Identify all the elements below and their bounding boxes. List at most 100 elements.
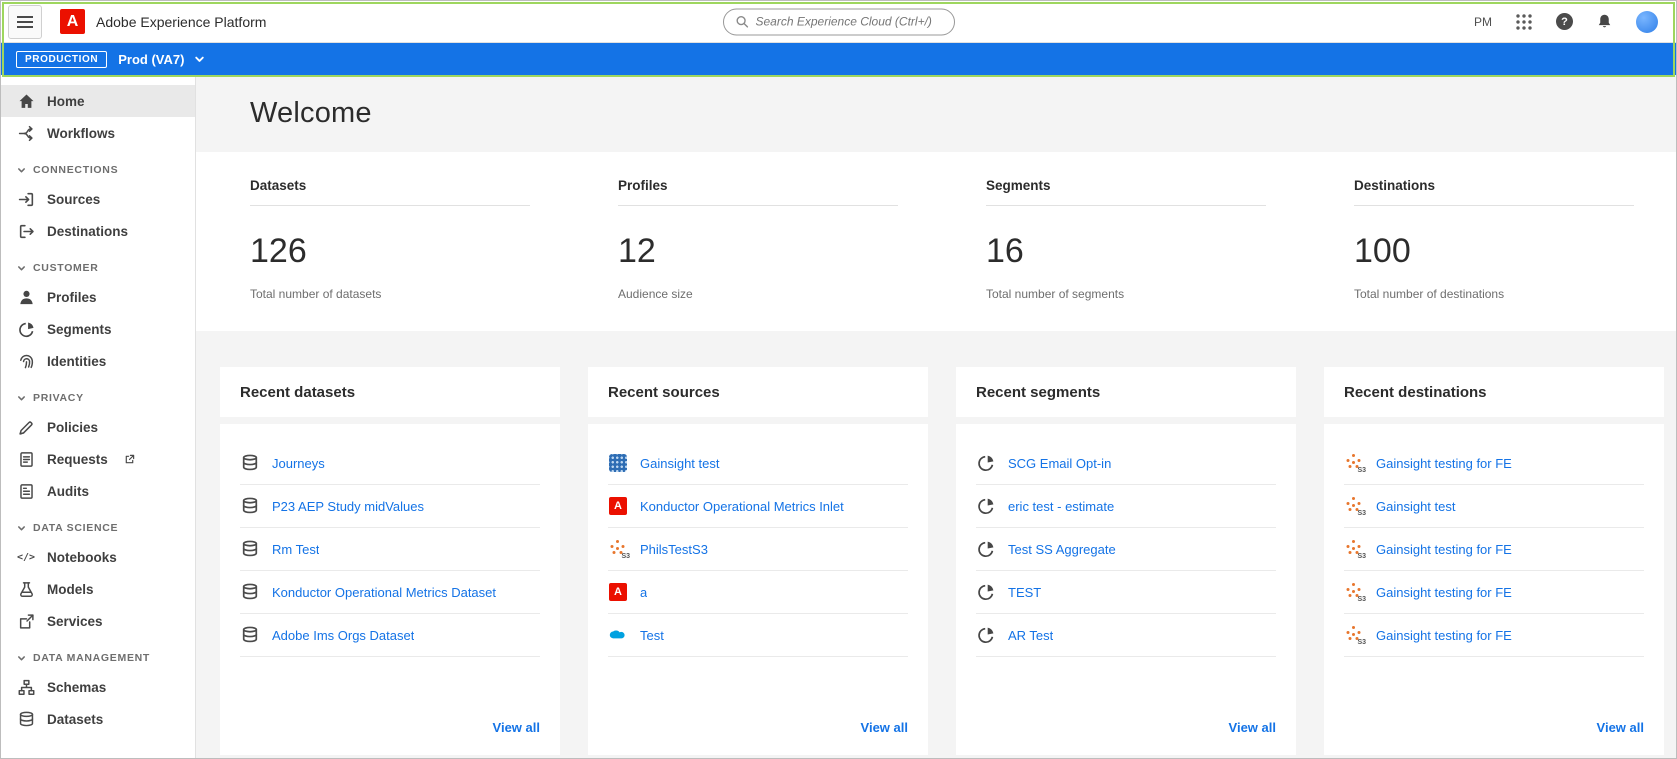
item-link[interactable]: SCG Email Opt-in — [1008, 456, 1111, 471]
list-item[interactable]: eric test - estimate — [976, 485, 1276, 528]
item-link[interactable]: Rm Test — [272, 542, 319, 557]
sidebar-item-home[interactable]: Home — [1, 85, 195, 117]
card-header: Recent destinations — [1324, 367, 1664, 424]
adobe-logo-icon: A — [60, 9, 85, 34]
card-title: Recent destinations — [1344, 384, 1487, 401]
sidebar-item-workflows[interactable]: Workflows — [1, 117, 195, 149]
item-link[interactable]: Gainsight testing for FE — [1376, 542, 1512, 557]
list-item[interactable]: Gainsight testing for FE — [1344, 614, 1644, 657]
stat-value: 12 — [618, 232, 656, 270]
list-item[interactable]: AR Test — [976, 614, 1276, 657]
item-link[interactable]: Test SS Aggregate — [1008, 542, 1116, 557]
app-switcher-button[interactable] — [1515, 12, 1533, 31]
list-item[interactable]: Gainsight test — [608, 442, 908, 485]
sidebar-item-label: Home — [47, 93, 85, 109]
sidebar-section-customer[interactable]: CUSTOMER — [1, 247, 195, 281]
sidebar-section-connections[interactable]: CONNECTIONS — [1, 149, 195, 183]
list-item[interactable]: Rm Test — [240, 528, 540, 571]
stat-value: 16 — [986, 232, 1024, 270]
sidebar-item-notebooks[interactable]: </> Notebooks — [1, 541, 195, 573]
sidebar-section-privacy[interactable]: PRIVACY — [1, 377, 195, 411]
chevron-down-icon — [18, 265, 25, 270]
salesforce-cloud-icon — [608, 628, 628, 642]
sources-icon — [17, 191, 35, 208]
stat-label: Datasets — [250, 178, 307, 193]
sidebar-item-destinations[interactable]: Destinations — [1, 215, 195, 247]
item-link[interactable]: TEST — [1008, 585, 1041, 600]
sidebar-item-label: Policies — [47, 419, 99, 435]
list-item[interactable]: Konductor Operational Metrics Inlet — [608, 485, 908, 528]
external-link-icon — [124, 454, 135, 465]
s3-icon — [1344, 626, 1366, 646]
sandbox-picker[interactable]: Prod (VA7) — [118, 52, 205, 67]
view-all-link[interactable]: View all — [861, 720, 908, 735]
search-input[interactable] — [755, 14, 943, 29]
item-link[interactable]: Gainsight testing for FE — [1376, 456, 1512, 471]
models-icon — [17, 581, 35, 598]
top-header: A Adobe Experience Platform PM ? — [1, 1, 1676, 43]
sidebar-item-policies[interactable]: Policies — [1, 411, 195, 443]
view-all-link[interactable]: View all — [1229, 720, 1276, 735]
item-link[interactable]: Test — [640, 628, 664, 643]
item-link[interactable]: Gainsight testing for FE — [1376, 628, 1512, 643]
sidebar-item-segments[interactable]: Segments — [1, 313, 195, 345]
card-title: Recent segments — [976, 384, 1101, 401]
item-link[interactable]: Adobe Ims Orgs Dataset — [272, 628, 414, 643]
list-item[interactable]: a — [608, 571, 908, 614]
sidebar-item-models[interactable]: Models — [1, 573, 195, 605]
list-item[interactable]: PhilsTestS3 — [608, 528, 908, 571]
list-item[interactable]: Test — [608, 614, 908, 657]
view-all-link[interactable]: View all — [1597, 720, 1644, 735]
sidebar-section-data-science[interactable]: DATA SCIENCE — [1, 507, 195, 541]
list-item[interactable]: TEST — [976, 571, 1276, 614]
identities-icon — [17, 353, 35, 370]
hamburger-icon — [17, 15, 33, 28]
list-item[interactable]: SCG Email Opt-in — [976, 442, 1276, 485]
item-link[interactable]: eric test - estimate — [1008, 499, 1114, 514]
list-item[interactable]: Gainsight testing for FE — [1344, 571, 1644, 614]
item-link[interactable]: Konductor Operational Metrics Inlet — [640, 499, 844, 514]
item-link[interactable]: Gainsight testing for FE — [1376, 585, 1512, 600]
sidebar-item-schemas[interactable]: Schemas — [1, 671, 195, 703]
sidebar-section-data-management[interactable]: DATA MANAGEMENT — [1, 637, 195, 671]
sidebar-item-datasets[interactable]: Datasets — [1, 703, 195, 735]
adobe-icon — [608, 583, 628, 601]
sidebar-item-sources[interactable]: Sources — [1, 183, 195, 215]
stat-segments: Segments 16 Total number of segments — [956, 178, 1296, 301]
dataset-icon — [240, 626, 260, 644]
list-item[interactable]: Gainsight testing for FE — [1344, 442, 1644, 485]
item-link[interactable]: AR Test — [1008, 628, 1053, 643]
list-item[interactable]: Gainsight testing for FE — [1344, 528, 1644, 571]
item-link[interactable]: P23 AEP Study midValues — [272, 499, 424, 514]
stat-caption: Total number of destinations — [1354, 287, 1505, 301]
sidebar-item-requests[interactable]: Requests — [1, 443, 195, 475]
help-icon[interactable]: ? — [1556, 13, 1573, 30]
notifications-button[interactable] — [1596, 13, 1613, 30]
sidebar-item-identities[interactable]: Identities — [1, 345, 195, 377]
item-link[interactable]: Gainsight test — [1376, 499, 1456, 514]
sidebar-item-audits[interactable]: Audits — [1, 475, 195, 507]
s3-icon — [608, 540, 630, 560]
item-link[interactable]: PhilsTestS3 — [640, 542, 708, 557]
list-item[interactable]: Adobe Ims Orgs Dataset — [240, 614, 540, 657]
list-item[interactable]: Test SS Aggregate — [976, 528, 1276, 571]
services-icon — [17, 613, 35, 630]
item-link[interactable]: Konductor Operational Metrics Dataset — [272, 585, 496, 600]
list-item[interactable]: Journeys — [240, 442, 540, 485]
sidebar-section-title: CUSTOMER — [33, 262, 99, 274]
item-link[interactable]: Journeys — [272, 456, 325, 471]
stat-datasets: Datasets 126 Total number of datasets — [220, 178, 560, 301]
list-item[interactable]: P23 AEP Study midValues — [240, 485, 540, 528]
item-link[interactable]: Gainsight test — [640, 456, 720, 471]
home-icon — [17, 93, 35, 110]
view-all-link[interactable]: View all — [493, 720, 540, 735]
sidebar-item-services[interactable]: Services — [1, 605, 195, 637]
item-link[interactable]: a — [640, 585, 647, 600]
hamburger-menu-button[interactable] — [8, 4, 42, 39]
card-title: Recent datasets — [240, 384, 356, 401]
list-item[interactable]: Konductor Operational Metrics Dataset — [240, 571, 540, 614]
search-icon — [735, 15, 748, 28]
list-item[interactable]: Gainsight test — [1344, 485, 1644, 528]
user-avatar[interactable] — [1636, 10, 1658, 33]
sidebar-item-profiles[interactable]: Profiles — [1, 281, 195, 313]
